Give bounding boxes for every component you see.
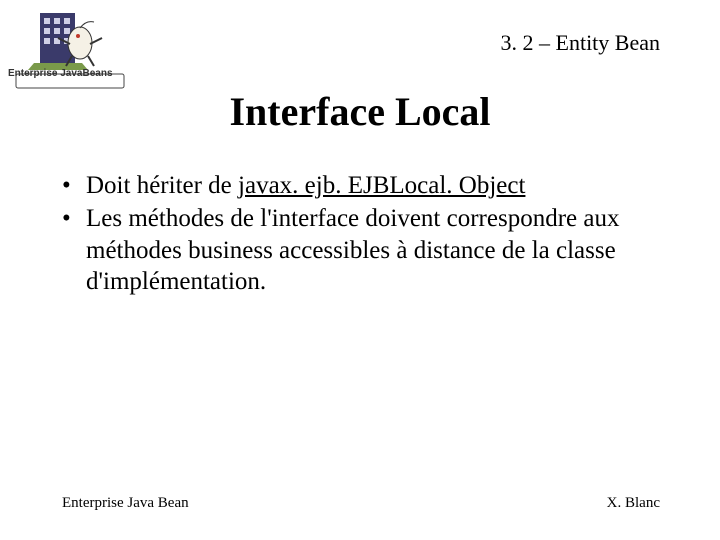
footer-right: X. Blanc <box>607 495 660 512</box>
section-label: 3. 2 – Entity Bean <box>501 30 660 56</box>
bullet-text-prefix: Les méthodes de l'interface doivent corr… <box>86 205 619 295</box>
footer-left: Enterprise Java Bean <box>62 495 189 512</box>
logo-caption: Enterprise JavaBeans <box>8 68 113 79</box>
bullet-list: Doit hériter de javax. ejb. EJBLocal. Ob… <box>62 170 670 299</box>
list-item: Les méthodes de l'interface doivent corr… <box>62 203 670 297</box>
bullet-text-prefix: Doit hériter de <box>86 172 238 199</box>
bullet-text-underlined: javax. ejb. EJBLocal. Object <box>238 172 525 199</box>
ejb-logo <box>10 8 130 93</box>
page-title: Interface Local <box>0 88 720 135</box>
list-item: Doit hériter de javax. ejb. EJBLocal. Ob… <box>62 170 670 201</box>
